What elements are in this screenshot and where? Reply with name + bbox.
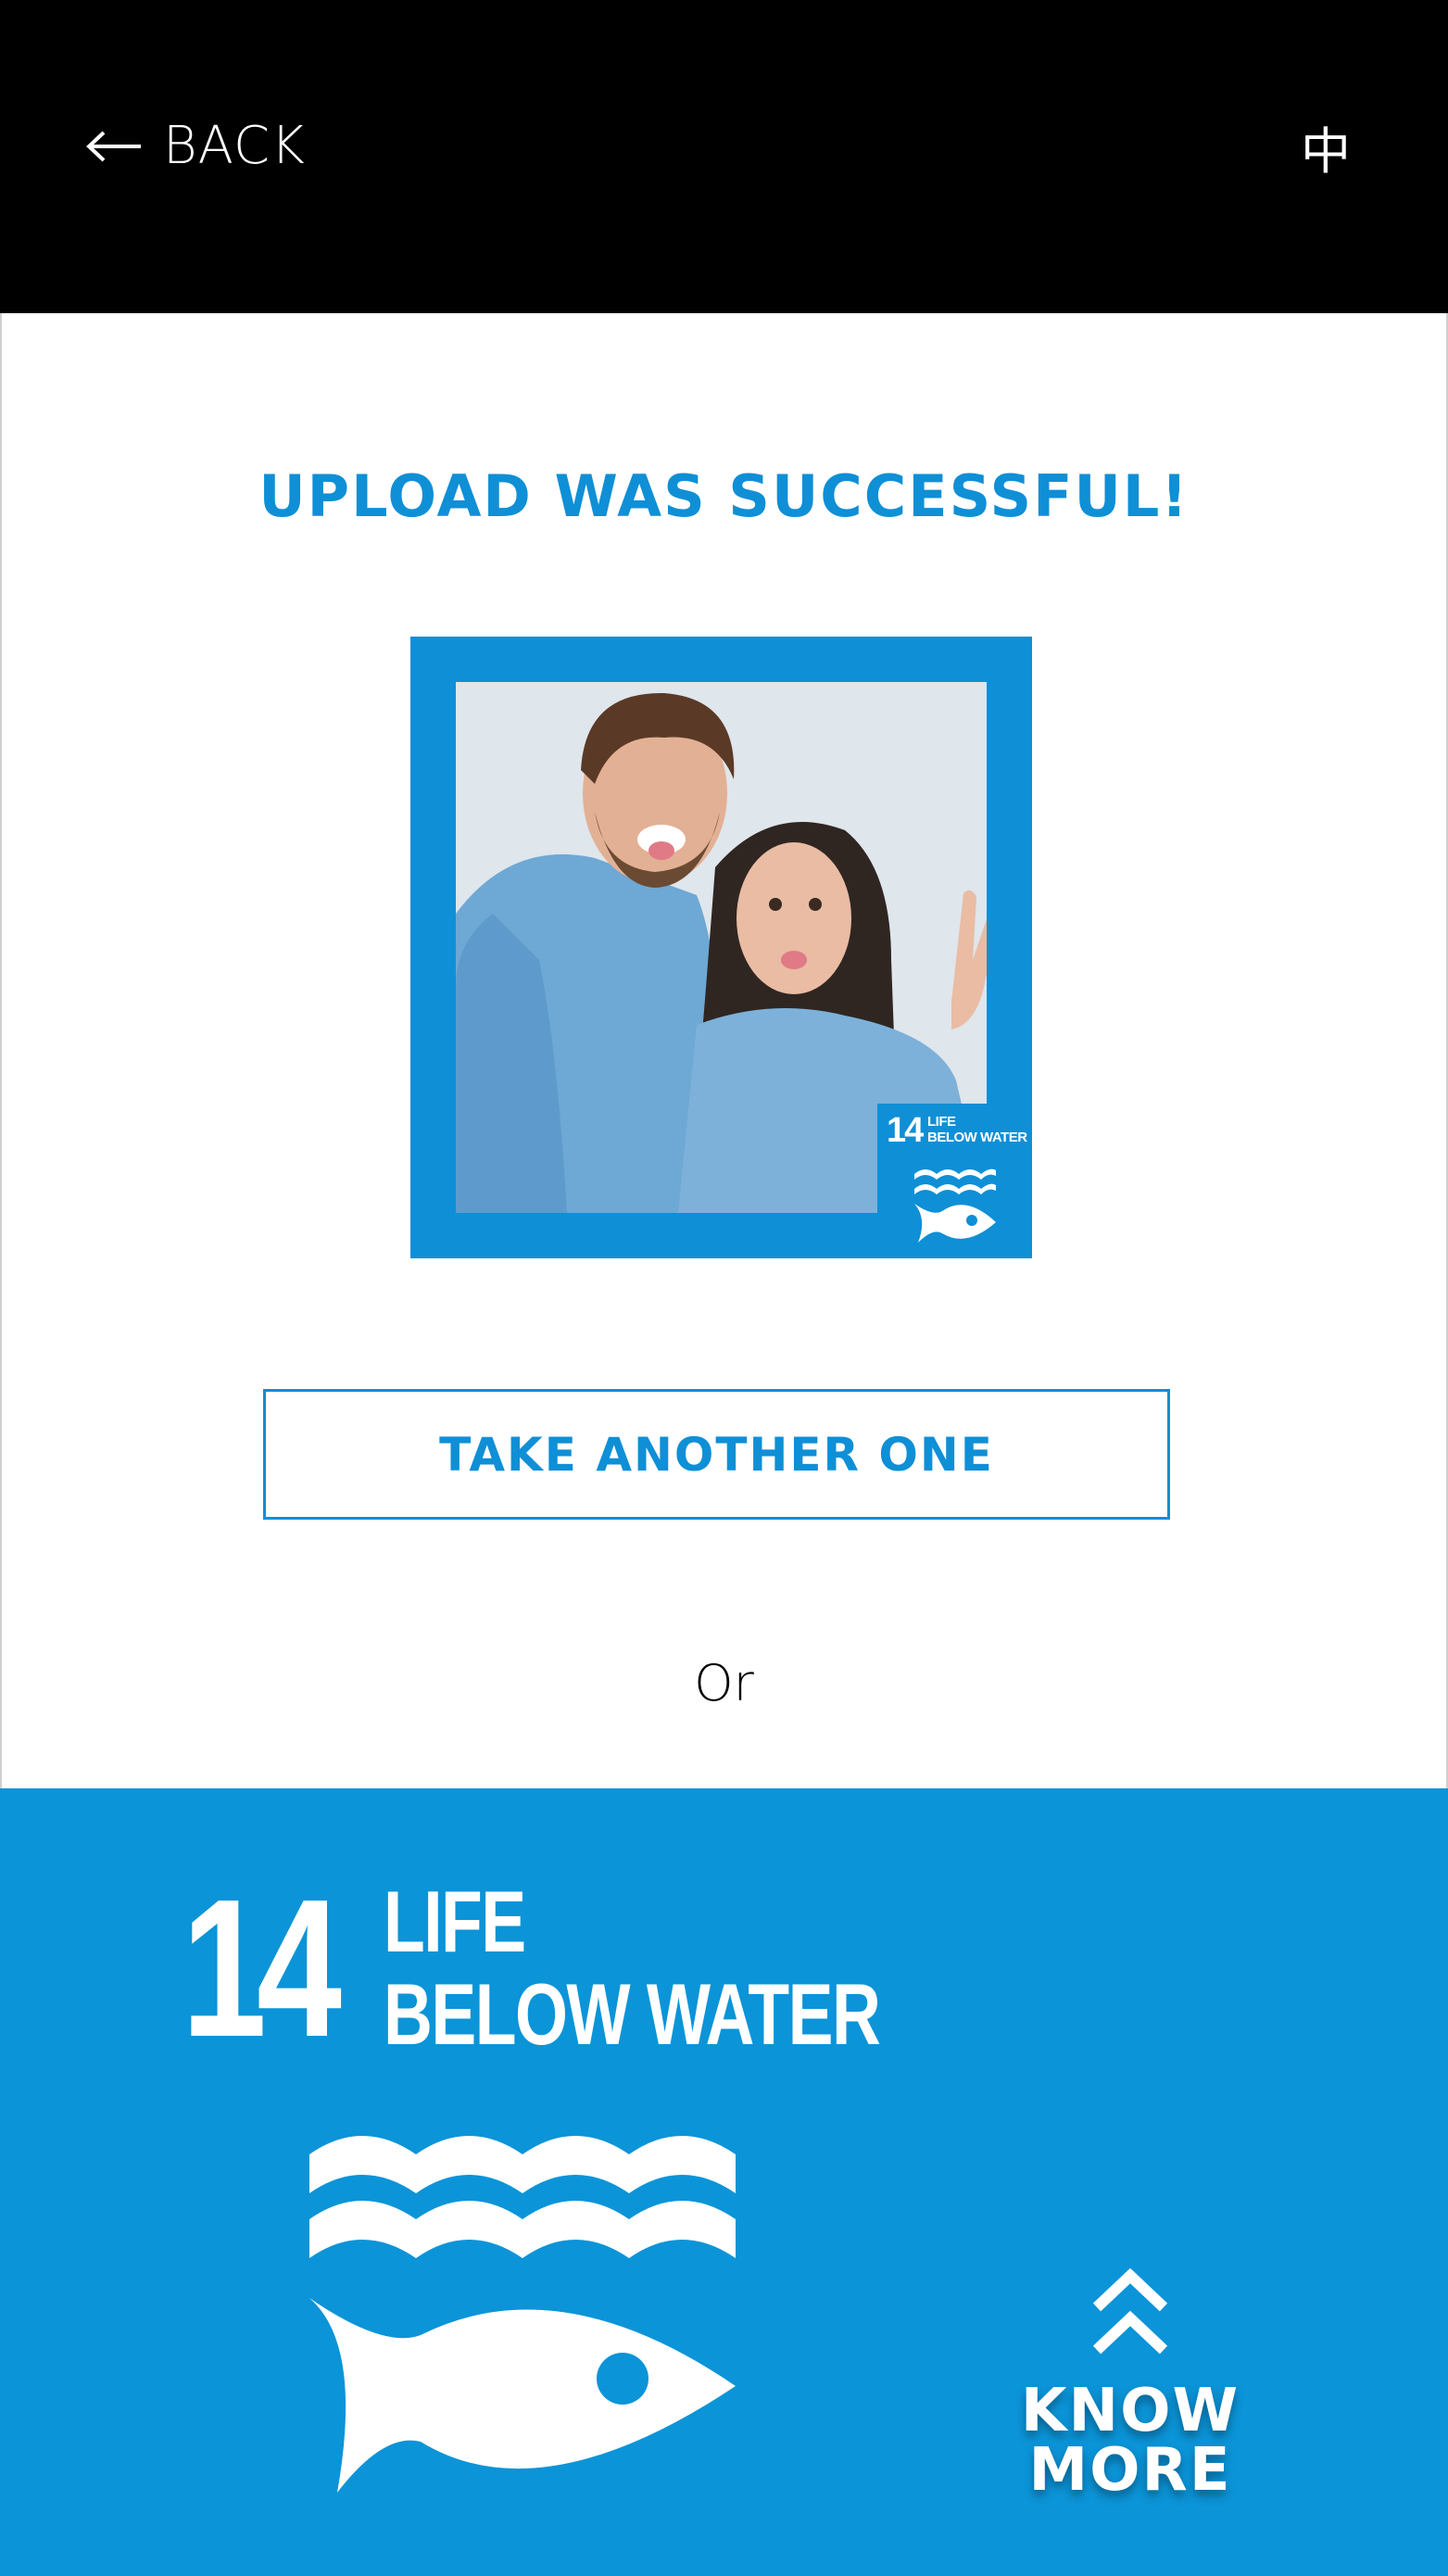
mini-goal-line2: BELOW WATER [927,1129,1027,1145]
goal-title-line2: BELOW WATER [384,1965,881,2063]
mini-goal-badge: 14 LIFE BELOW WATER [877,1104,1032,1258]
mini-goal-number: 14 [887,1111,924,1150]
language-toggle[interactable]: 中 [1301,109,1351,183]
back-button[interactable]: BACK [85,109,306,183]
page-title: UPLOAD WAS SUCCESSFUL! [258,462,1190,530]
top-bar: BACK 中 [0,0,1448,313]
left-arrow-icon [86,131,141,162]
waves-fish-icon [309,2136,736,2493]
take-another-button[interactable]: TAKE ANOTHER ONE [263,1389,1170,1520]
back-label: BACK [163,116,306,176]
goal-title-line1: LIFE [384,1873,526,1970]
fish-icon [914,1168,996,1243]
know-more-label: KNOW MORE [1020,2377,1240,2505]
goal-number: 14 [182,1858,342,2077]
know-more-button[interactable]: KNOW MORE [936,2252,1325,2500]
mini-goal-title: LIFE BELOW WATER [927,1114,1027,1145]
or-separator: Or [694,1654,754,1712]
mini-goal-line1: LIFE [927,1114,956,1130]
double-chevron-up-icon [1092,2267,1168,2355]
uploaded-photo-frame: 14 LIFE BELOW WATER [410,637,1032,1258]
